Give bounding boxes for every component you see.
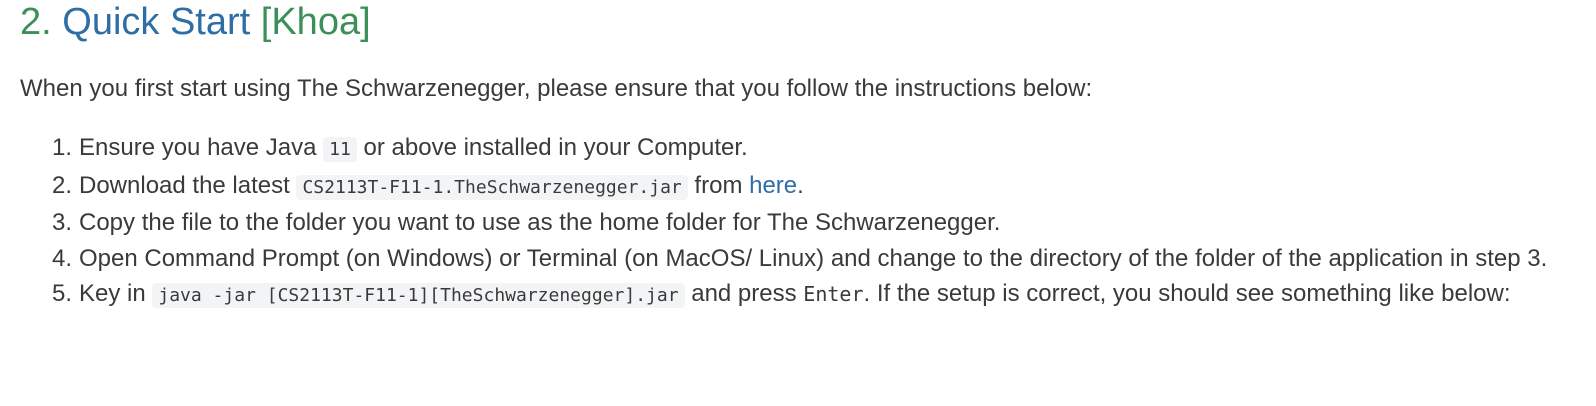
- step-text: Copy the file to the folder you want to …: [79, 209, 1001, 236]
- section-heading: 2. Quick Start [Khoa]: [20, 0, 371, 44]
- step-text: and press: [684, 280, 804, 307]
- heading-tag: [Khoa]: [260, 1, 371, 43]
- step-text: Key in: [79, 280, 153, 307]
- step-number: 1.: [52, 134, 73, 161]
- inline-code: 11: [323, 137, 357, 162]
- step-number: 5.: [52, 280, 73, 307]
- step-text: Ensure you have Java: [79, 134, 324, 161]
- inline-code: java -jar [CS2113T-F11-1][TheSchwarzeneg…: [152, 283, 685, 308]
- step-4: 4. Open Command Prompt (on Windows) or Te…: [20, 241, 1560, 277]
- step-5: 5. Key in java -jar [CS2113T-F11-1][TheSc…: [20, 276, 1560, 314]
- heading-title: Quick Start: [62, 1, 251, 43]
- download-link[interactable]: here: [749, 172, 797, 199]
- step-3: 3. Copy the file to the folder you want t…: [20, 205, 1560, 241]
- step-2: 2. Download the latest CS2113T-F11-1.TheS…: [20, 168, 1560, 206]
- step-text: or above installed in your Computer.: [356, 134, 748, 161]
- step-text: . If the setup is correct, you should se…: [863, 280, 1511, 307]
- step-number: 4.: [52, 244, 73, 272]
- key-name: Enter: [803, 282, 864, 306]
- step-1: 1. Ensure you have Java 11 or above insta…: [20, 130, 1560, 168]
- intro-paragraph: When you first start using The Schwarzen…: [20, 75, 1093, 102]
- step-text: from: [687, 171, 750, 199]
- heading-number: 2.: [20, 1, 52, 43]
- inline-code: CS2113T-F11-1.TheSchwarzenegger.jar: [296, 174, 688, 200]
- step-number: 3.: [52, 209, 73, 236]
- step-number: 2.: [52, 171, 73, 199]
- step-text: .: [797, 171, 804, 199]
- step-text: Open Command Prompt (on Windows) or Term…: [79, 244, 1548, 272]
- steps-list: 1. Ensure you have Java 11 or above insta…: [20, 130, 1560, 314]
- step-text: Download the latest: [79, 171, 297, 199]
